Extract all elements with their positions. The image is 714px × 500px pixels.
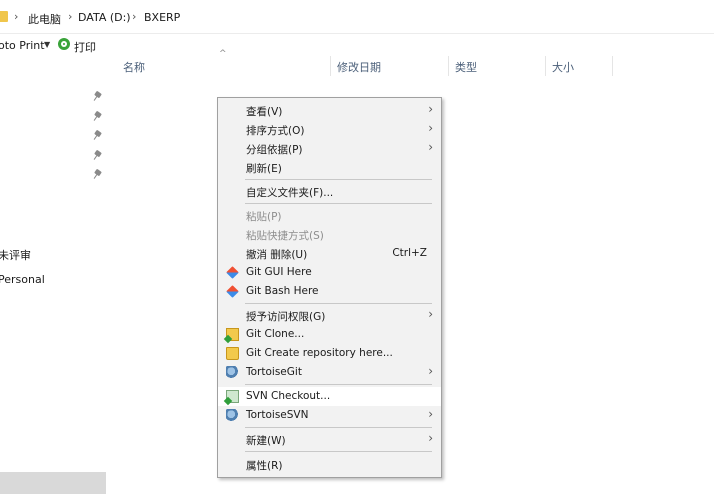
chevron-right-icon: › (428, 431, 433, 445)
menu-item-label: 分组依据(P) (246, 144, 303, 156)
chevron-right-icon: › (428, 364, 433, 378)
menu-item-label: 排序方式(O) (246, 125, 305, 137)
menu-item-shortcut: Ctrl+Z (392, 247, 427, 259)
menu-item-label: Git GUI Here (246, 266, 312, 278)
chevron-right-icon: › (428, 140, 433, 154)
pin-icon (94, 170, 102, 180)
breadcrumb-this-pc[interactable]: 此电脑 (28, 11, 61, 27)
menu-item-label: 撤消 删除(U) (246, 249, 308, 261)
context-menu: 查看(V) › 排序方式(O) › 分组依据(P) › 刷新(E) 自定义文件夹… (217, 97, 442, 478)
menu-item-tortoisesvn[interactable]: TortoiseSVN › (218, 406, 441, 425)
chevron-right-icon: › (428, 307, 433, 321)
menu-item-label: Git Clone... (246, 328, 305, 340)
git-bash-icon (226, 285, 239, 298)
navigation-pane: 未评审 Personal (0, 56, 108, 500)
photo-print-button[interactable]: oto Print (0, 39, 45, 52)
menu-item-label: Git Bash Here (246, 285, 319, 297)
menu-separator (245, 451, 432, 452)
menu-item-paste-shortcut[interactable]: 粘贴快捷方式(S) (218, 225, 441, 244)
address-bar[interactable]: › 此电脑 › DATA (D:) › BXERP (0, 0, 714, 34)
menu-item-label: TortoiseGit (246, 366, 302, 378)
chevron-right-icon: › (428, 407, 433, 421)
menu-item-git-create-repo[interactable]: Git Create repository here... (218, 344, 441, 363)
menu-separator (245, 203, 432, 204)
column-header-size[interactable]: 大小 (546, 56, 613, 76)
menu-item-git-bash-here[interactable]: Git Bash Here (218, 282, 441, 301)
menu-item-label: SVN Checkout... (246, 390, 331, 402)
chevron-right-icon: › (428, 121, 433, 135)
menu-item-label: 粘贴(P) (246, 211, 282, 223)
pin-icon (94, 151, 102, 161)
git-gui-icon (226, 266, 239, 279)
svn-checkout-icon (226, 390, 239, 403)
menu-item-label: 授予访问权限(G) (246, 311, 326, 323)
menu-item-undo-delete[interactable]: 撤消 删除(U) Ctrl+Z (218, 244, 441, 263)
nav-item-selected[interactable] (0, 472, 106, 494)
nav-item-personal[interactable]: Personal (0, 273, 45, 286)
nav-item-unreviewed[interactable]: 未评审 (0, 247, 31, 263)
menu-item-group-by[interactable]: 分组依据(P) › (218, 139, 441, 158)
menu-separator (245, 179, 432, 180)
menu-item-svn-checkout[interactable]: SVN Checkout... (218, 387, 441, 406)
menu-item-label: 自定义文件夹(F)... (246, 187, 334, 199)
folder-icon (0, 11, 8, 22)
chevron-right-icon: › (14, 10, 19, 23)
chevron-right-icon: › (68, 10, 73, 23)
menu-separator (245, 384, 432, 385)
chevron-right-icon: › (428, 102, 433, 116)
print-button[interactable]: 打印 (74, 39, 96, 55)
tortoisegit-icon (226, 366, 239, 379)
breadcrumb-bxerp[interactable]: BXERP (144, 11, 180, 24)
menu-item-label: 新建(W) (246, 435, 286, 447)
tortoisesvn-icon (226, 409, 239, 422)
menu-item-git-clone[interactable]: Git Clone... (218, 325, 441, 344)
dropdown-arrow-icon[interactable]: ▼ (44, 40, 50, 49)
menu-item-label: 查看(V) (246, 106, 283, 118)
breadcrumb-data-drive[interactable]: DATA (D:) (78, 11, 131, 24)
menu-item-label: 粘贴快捷方式(S) (246, 230, 324, 242)
git-clone-icon (226, 328, 239, 341)
menu-item-sort-by[interactable]: 排序方式(O) › (218, 120, 441, 139)
menu-item-label: Git Create repository here... (246, 347, 393, 359)
command-bar: oto Print ▼ 打印 (0, 34, 714, 56)
pin-icon (94, 92, 102, 102)
chevron-right-icon: › (132, 10, 137, 23)
menu-item-new[interactable]: 新建(W) › (218, 430, 441, 449)
column-header-name[interactable]: 名称 (117, 56, 331, 76)
pin-icon (94, 131, 102, 141)
menu-item-customize-folder[interactable]: 自定义文件夹(F)... (218, 182, 441, 201)
menu-item-refresh[interactable]: 刷新(E) (218, 158, 441, 177)
menu-item-view[interactable]: 查看(V) › (218, 101, 441, 120)
menu-item-label: TortoiseSVN (246, 409, 309, 421)
print-icon (58, 38, 70, 50)
git-create-repo-icon (226, 347, 239, 360)
column-header-type[interactable]: 类型 (449, 56, 546, 76)
menu-item-label: 刷新(E) (246, 163, 282, 175)
menu-item-give-access[interactable]: 授予访问权限(G) › (218, 306, 441, 325)
menu-item-paste[interactable]: 粘贴(P) (218, 206, 441, 225)
menu-separator (245, 303, 432, 304)
menu-item-label: 属性(R) (246, 460, 283, 472)
menu-separator (245, 427, 432, 428)
menu-item-tortoisegit[interactable]: TortoiseGit › (218, 363, 441, 382)
menu-item-git-gui-here[interactable]: Git GUI Here (218, 263, 441, 282)
pin-icon (94, 112, 102, 122)
column-header-date-modified[interactable]: 修改日期 (331, 56, 449, 76)
menu-item-properties[interactable]: 属性(R) (218, 455, 441, 474)
